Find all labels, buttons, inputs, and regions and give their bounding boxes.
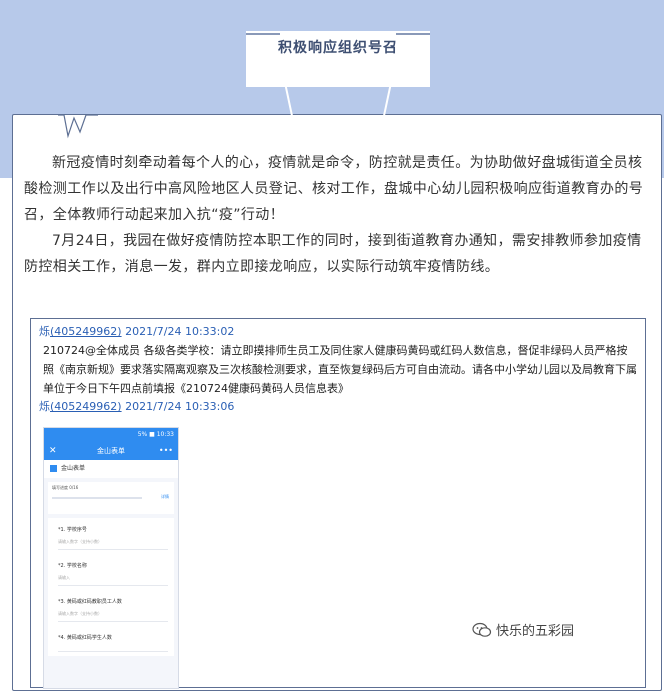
title-card: 积极响应组织号召: [246, 31, 430, 87]
chat-sender: 烁: [39, 400, 50, 413]
title-deco-left: [246, 33, 280, 45]
frame-notch-decoration: [58, 114, 98, 139]
wechat-icon: [472, 622, 492, 637]
title-deco-right: [396, 33, 430, 45]
form-question: *2. 学校名称 请输入: [48, 554, 174, 590]
chat-message-text: 210724@全体成员 各级各类学校：请立即摸排师生员工及同住家人健康码黄码或红…: [43, 344, 637, 395]
form-icon: [50, 465, 57, 472]
chat-sender: 烁: [39, 325, 50, 338]
watermark: 快乐的五彩园: [472, 620, 574, 639]
progress-detail-button[interactable]: 详情: [161, 494, 169, 500]
form-title: 金山表单: [61, 465, 86, 472]
progress-card: 填写进度 0/16 详情: [48, 482, 174, 514]
form-question: *1. 学校序号 请输入数字（支持小数）: [48, 518, 174, 554]
phone-nav-bar: ✕ 金山表单 •••: [44, 442, 178, 460]
chat-sender-id[interactable]: (405249962): [50, 400, 122, 413]
form-question: *3. 黄码或红码教职员工人数 请输入数字（支持小数）: [48, 590, 174, 626]
question-label: *3. 黄码或红码教职员工人数: [58, 599, 122, 605]
more-icon[interactable]: •••: [159, 442, 173, 460]
paragraph-1: 新冠疫情时刻牵动着每个人的心，疫情就是命令，防控就是责任。为协助做好盘城街道全员…: [24, 155, 644, 223]
question-input[interactable]: [58, 647, 168, 652]
chat-timestamp: 2021/7/24 10:33:06: [125, 400, 235, 413]
chat-message-header: 烁(405249962) 2021/7/24 10:33:02: [31, 323, 645, 341]
close-icon[interactable]: ✕: [49, 442, 57, 460]
question-input[interactable]: 请输入数字（支持小数）: [58, 539, 168, 550]
phone-form-screenshot: 5% ■ 10:33 ✕ 金山表单 ••• 金山表单 填写进度 0/16 详情 …: [43, 427, 179, 689]
progress-bar: [52, 497, 142, 499]
watermark-text: 快乐的五彩园: [496, 624, 575, 639]
question-label: *2. 学校名称: [58, 563, 87, 569]
chat-sender-id[interactable]: (405249962): [50, 325, 122, 338]
progress-label: 填写进度 0/16: [52, 485, 79, 490]
question-input[interactable]: 请输入数字（支持小数）: [58, 611, 168, 622]
question-label: *1. 学校序号: [58, 527, 87, 533]
question-input[interactable]: 请输入: [58, 575, 168, 586]
form-header: 金山表单: [44, 460, 178, 478]
form-question: *4. 黄码或红码学生人数: [48, 626, 174, 656]
chat-timestamp: 2021/7/24 10:33:02: [125, 325, 235, 338]
paragraph-2: 7月24日，我园在做好疫情防控本职工作的同时，接到街道教育办通知，需安排教师参加…: [24, 233, 642, 275]
question-label: *4. 黄码或红码学生人数: [58, 635, 112, 641]
phone-status-bar: 5% ■ 10:33: [44, 428, 178, 442]
phone-nav-title: 金山表单: [97, 447, 125, 455]
article-body: 新冠疫情时刻牵动着每个人的心，疫情就是命令，防控就是责任。为协助做好盘城街道全员…: [24, 150, 646, 280]
chat-message-header: 烁(405249962) 2021/7/24 10:33:06: [31, 398, 645, 416]
